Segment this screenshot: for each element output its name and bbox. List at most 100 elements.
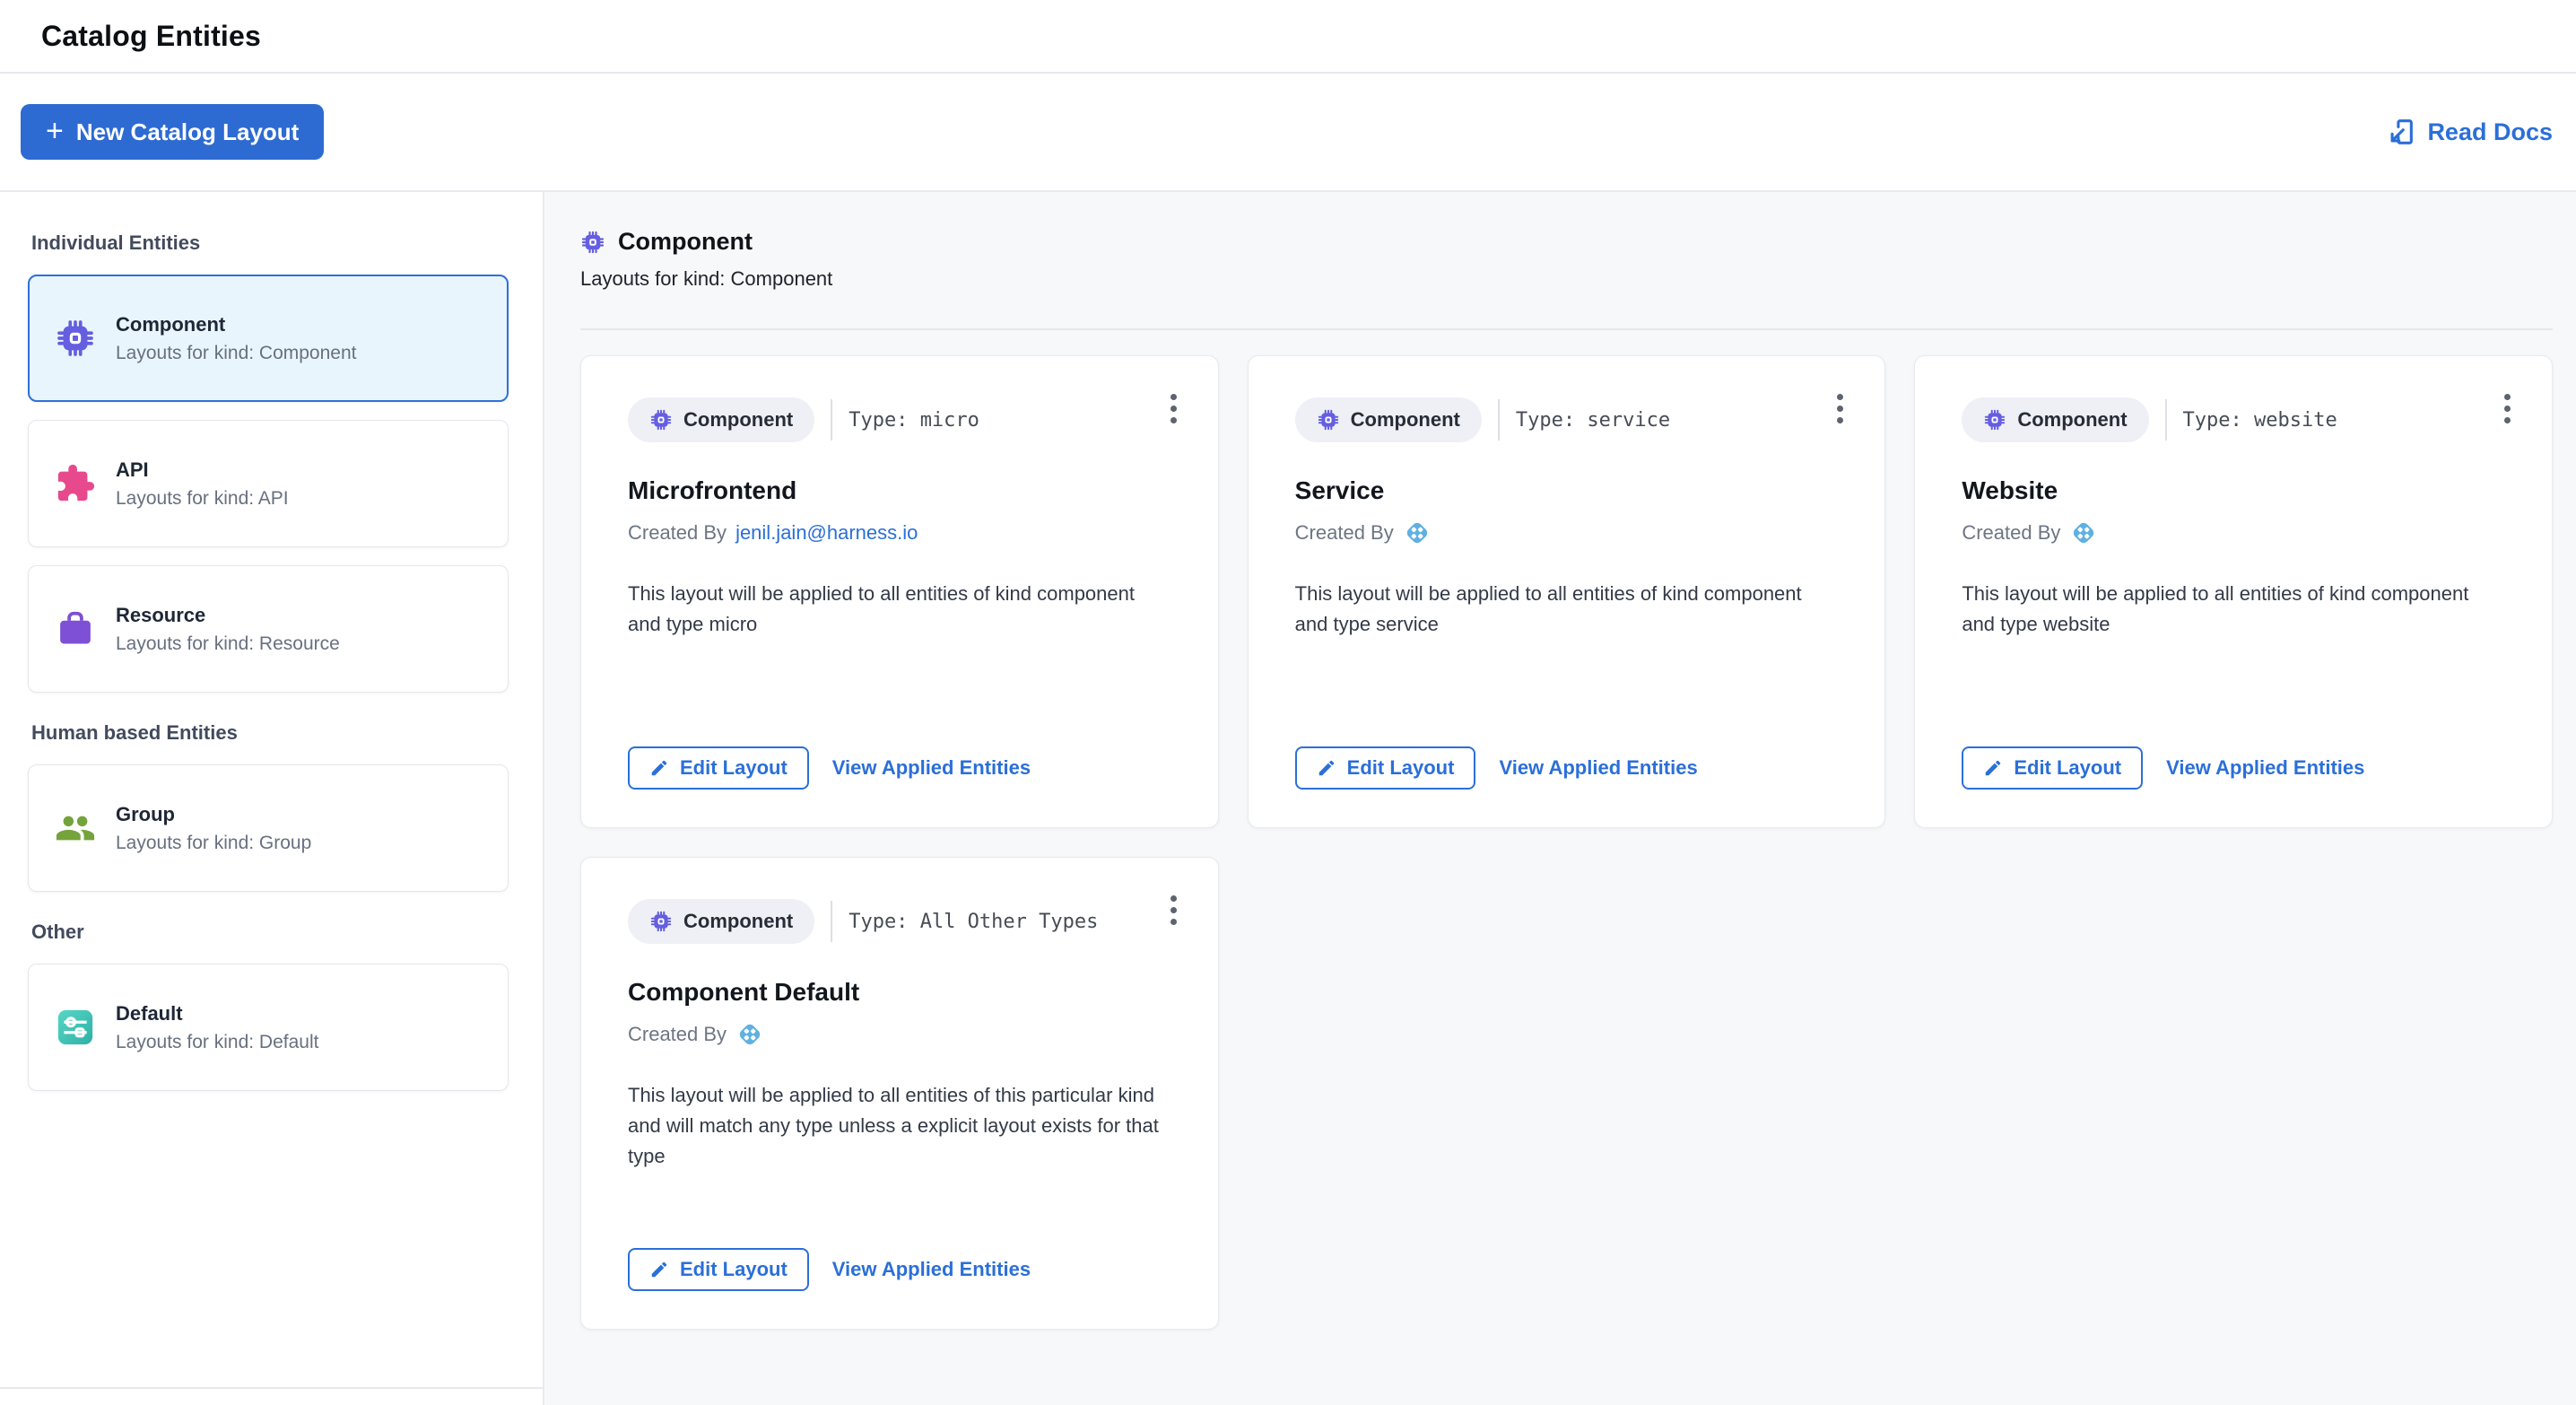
created-by-row: Created By	[1295, 518, 1839, 548]
sidebar-section: Individual Entities Component Layouts fo…	[28, 231, 509, 693]
group-icon	[55, 807, 96, 849]
card-description: This layout will be applied to all entit…	[1962, 579, 2505, 640]
edit-layout-label: Edit Layout	[2014, 756, 2121, 780]
toolbar: + New Catalog Layout Read Docs	[0, 74, 2576, 192]
kind-badge: Component	[628, 899, 814, 944]
sidebar-section-label: Individual Entities	[31, 231, 509, 255]
type-label: Type:	[1516, 409, 1575, 432]
sidebar-item-component[interactable]: Component Layouts for kind: Component	[28, 275, 509, 402]
harness-logo-icon	[1403, 519, 1432, 547]
sidebar-item-api[interactable]: API Layouts for kind: API	[28, 420, 509, 547]
created-by-label: Created By	[628, 1023, 727, 1046]
main-panel: Component Layouts for kind: Component Co…	[544, 192, 2576, 1405]
sidebar-item-subtitle: Layouts for kind: Component	[116, 343, 357, 364]
created-by-row: Created By	[1962, 518, 2505, 548]
kind-badge-label: Component	[1351, 408, 1460, 432]
layout-card: Component Type: service Service Created …	[1248, 355, 1886, 828]
chip-icon	[1983, 408, 2006, 432]
new-catalog-layout-label: New Catalog Layout	[76, 118, 299, 146]
card-footer: Edit Layout View Applied Entities	[628, 746, 1171, 790]
kebab-menu-button[interactable]	[1163, 888, 1184, 932]
sidebar-section-items: Default Layouts for kind: Default	[28, 964, 509, 1091]
sidebar-section-items: Group Layouts for kind: Group	[28, 764, 509, 892]
edit-layout-label: Edit Layout	[680, 1258, 788, 1281]
card-title: Website	[1962, 476, 2505, 505]
briefcase-icon	[55, 608, 96, 650]
type-value: micro	[920, 409, 979, 432]
view-applied-entities-link[interactable]: View Applied Entities	[2166, 756, 2364, 780]
view-applied-entities-link[interactable]: View Applied Entities	[1499, 756, 1697, 780]
view-applied-entities-link[interactable]: View Applied Entities	[832, 756, 1031, 780]
plus-icon: +	[46, 116, 64, 146]
main-heading-row: Component	[580, 228, 2553, 256]
pencil-icon	[1983, 758, 2003, 778]
divider	[831, 399, 832, 441]
created-by-row: Created By	[628, 1019, 1171, 1050]
sidebar-item-text: Component Layouts for kind: Component	[116, 313, 357, 364]
layout-card: Component Type: website Website Created …	[1914, 355, 2553, 828]
chip-icon	[580, 230, 605, 255]
page-title: Catalog Entities	[41, 20, 261, 53]
divider	[580, 328, 2553, 330]
type-value: service	[1587, 409, 1670, 432]
edit-layout-button[interactable]: Edit Layout	[1962, 746, 2143, 790]
type-text: Type: All Other Types	[849, 911, 1098, 933]
type-text: Type: service	[1516, 409, 1670, 432]
main-heading: Component	[618, 228, 753, 256]
card-top-row: Component Type: service	[1295, 397, 1839, 442]
card-footer: Edit Layout View Applied Entities	[1295, 746, 1839, 790]
sidebar-section: Other Default Layouts for kind: Default	[28, 921, 509, 1091]
read-docs-link[interactable]: Read Docs	[2386, 117, 2553, 147]
sidebar-item-text: Default Layouts for kind: Default	[116, 1002, 318, 1053]
sidebar-section-label: Human based Entities	[31, 721, 509, 745]
chip-icon	[1317, 408, 1340, 432]
card-title: Component Default	[628, 978, 1171, 1007]
chip-icon	[649, 910, 673, 933]
edit-layout-button[interactable]: Edit Layout	[628, 1248, 809, 1291]
created-by-user-link[interactable]: jenil.jain@harness.io	[735, 521, 918, 545]
new-catalog-layout-button[interactable]: + New Catalog Layout	[21, 104, 324, 160]
view-applied-entities-link[interactable]: View Applied Entities	[832, 1258, 1031, 1281]
entity-kind-sidebar: Individual Entities Component Layouts fo…	[0, 192, 544, 1405]
edit-layout-button[interactable]: Edit Layout	[1295, 746, 1476, 790]
edit-layout-label: Edit Layout	[1347, 756, 1455, 780]
page-header: Catalog Entities	[0, 0, 2576, 74]
sidebar-item-resource[interactable]: Resource Layouts for kind: Resource	[28, 565, 509, 693]
sidebar-section: Human based Entities Group Layouts for k…	[28, 721, 509, 892]
kebab-menu-button[interactable]	[1163, 387, 1184, 431]
card-top-row: Component Type: micro	[628, 397, 1171, 442]
chip-icon	[649, 408, 673, 432]
pencil-icon	[649, 1260, 669, 1279]
sidebar-item-group[interactable]: Group Layouts for kind: Group	[28, 764, 509, 892]
card-top-row: Component Type: All Other Types	[628, 899, 1171, 944]
created-by-row: Created By jenil.jain@harness.io	[628, 518, 1171, 548]
layout-card: Component Type: micro Microfrontend Crea…	[580, 355, 1219, 828]
divider	[831, 901, 832, 942]
edit-layout-button[interactable]: Edit Layout	[628, 746, 809, 790]
sidebar-item-default[interactable]: Default Layouts for kind: Default	[28, 964, 509, 1091]
sidebar-section-label: Other	[31, 921, 509, 944]
catalog-entities-page: Catalog Entities + New Catalog Layout Re…	[0, 0, 2576, 1405]
kind-badge-label: Component	[683, 910, 793, 933]
card-title: Microfrontend	[628, 476, 1171, 505]
edit-layout-label: Edit Layout	[680, 756, 788, 780]
doc-arrow-icon	[2386, 117, 2416, 147]
sidebar-item-title: API	[116, 458, 289, 482]
type-text: Type: website	[2183, 409, 2337, 432]
kebab-menu-button[interactable]	[2497, 387, 2518, 431]
kebab-menu-button[interactable]	[1830, 387, 1850, 431]
kind-badge: Component	[1962, 397, 2148, 442]
content-area: Individual Entities Component Layouts fo…	[0, 192, 2576, 1405]
sidebar-item-text: API Layouts for kind: API	[116, 458, 289, 510]
main-subheading: Layouts for kind: Component	[580, 267, 2553, 291]
sidebar-item-subtitle: Layouts for kind: Default	[116, 1032, 318, 1053]
created-by-label: Created By	[1295, 521, 1394, 545]
sliders-icon	[55, 1007, 96, 1048]
kind-badge-label: Component	[2017, 408, 2127, 432]
harness-logo-icon	[2069, 519, 2098, 547]
sidebar-item-subtitle: Layouts for kind: API	[116, 488, 289, 510]
layout-cards-grid: Component Type: micro Microfrontend Crea…	[580, 355, 2553, 1330]
card-description: This layout will be applied to all entit…	[1295, 579, 1839, 640]
sidebar-item-subtitle: Layouts for kind: Resource	[116, 633, 340, 655]
harness-logo-icon	[735, 1020, 764, 1049]
